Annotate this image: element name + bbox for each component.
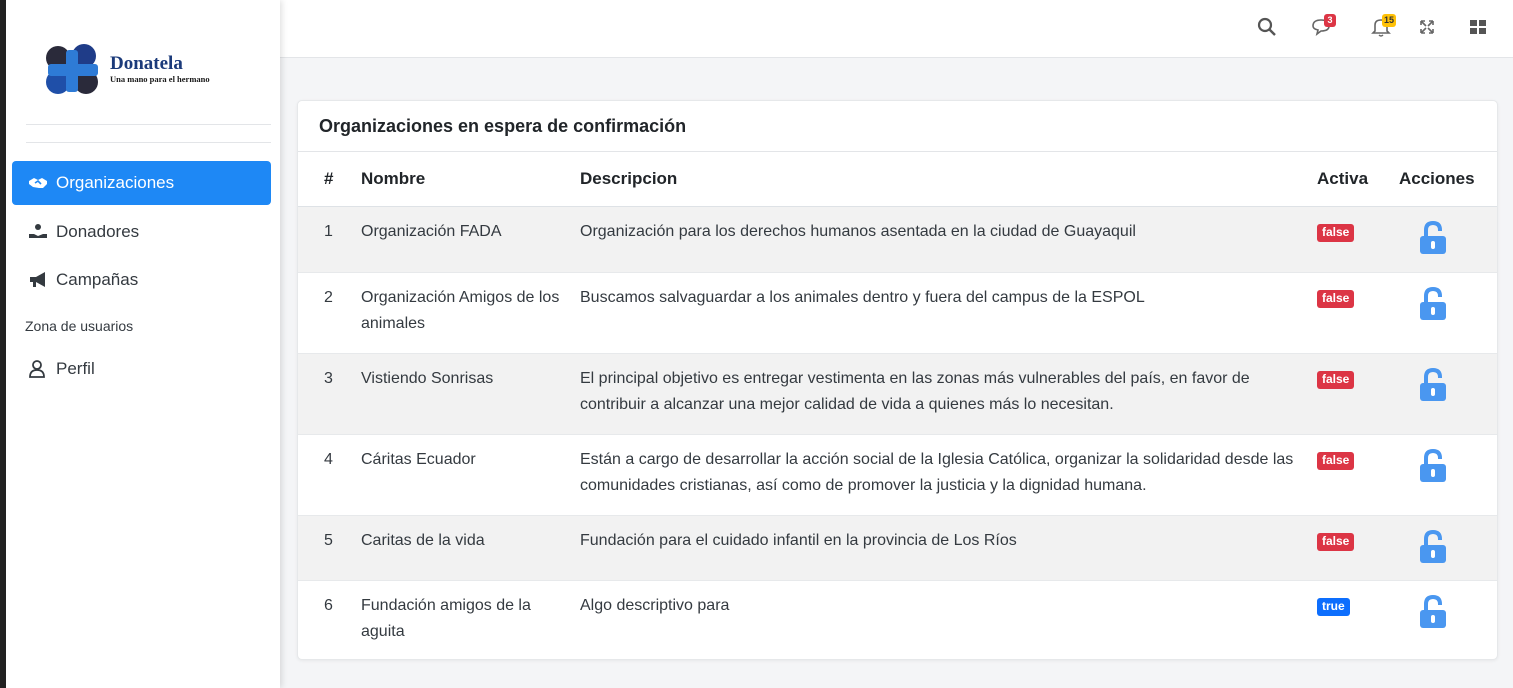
apps-button[interactable] — [1468, 16, 1494, 40]
top-navbar: 3 15 — [280, 0, 1513, 58]
organization-description: El principal objetivo es entregar vestim… — [580, 353, 1317, 435]
column-header-description: Descripcion — [580, 152, 1317, 207]
table-row: 5 Caritas de la vida Fundación para el cui… — [298, 515, 1497, 581]
search-button[interactable] — [1256, 16, 1282, 40]
organization-description: Fundación para el cuidado infantil en la… — [580, 515, 1317, 581]
actions-cell — [1399, 206, 1497, 273]
table-row: 1 Organización FADA Organización para los … — [298, 206, 1497, 273]
organization-name: Caritas de la vida — [361, 515, 580, 581]
table-row: 2 Organización Amigos de los animales Busc… — [298, 272, 1497, 354]
card-title: Organizaciones en espera de confirmación — [298, 101, 1497, 152]
active-cell: false — [1317, 515, 1399, 581]
row-number: 2 — [298, 272, 361, 354]
table-row: 3 Vistiendo Sonrisas El principal objetivo… — [298, 353, 1497, 435]
actions-cell — [1399, 272, 1497, 354]
handshake-icon — [28, 173, 52, 193]
unlock-button[interactable] — [1419, 286, 1447, 330]
brand-logo[interactable]: Donatela Una mano para el hermano — [44, 40, 264, 100]
status-badge: false — [1317, 289, 1355, 308]
active-cell: false — [1317, 206, 1399, 273]
messages-button[interactable]: 3 — [1310, 14, 1336, 40]
status-badge: false — [1317, 370, 1355, 389]
organization-name: Vistiendo Sonrisas — [361, 353, 580, 435]
sidebar-item-label: Donadores — [56, 222, 140, 241]
table-row: 4 Cáritas Ecuador Están a cargo de desarro… — [298, 434, 1497, 516]
unlock-icon — [1420, 448, 1446, 482]
column-header-name: Nombre — [361, 152, 580, 207]
actions-cell — [1399, 434, 1497, 516]
sidebar-divider — [26, 142, 271, 143]
status-badge: true — [1317, 597, 1350, 616]
column-header-num: # — [298, 152, 361, 207]
notifications-button[interactable]: 15 — [1370, 14, 1397, 40]
unlock-button[interactable] — [1419, 529, 1447, 573]
row-number: 4 — [298, 434, 361, 516]
active-cell: false — [1317, 353, 1399, 435]
status-badge: false — [1317, 451, 1355, 470]
organization-name: Cáritas Ecuador — [361, 434, 580, 516]
user-icon — [28, 359, 52, 379]
actions-cell — [1399, 515, 1497, 581]
hand-holding-icon — [28, 222, 52, 242]
unlock-button[interactable] — [1419, 367, 1447, 411]
organization-name: Fundación amigos de la aguita — [361, 580, 580, 659]
unlock-icon — [1420, 529, 1446, 563]
organization-description: Algo descriptivo para — [580, 580, 1317, 659]
table-header-row: # Nombre Descripcion Activa Acciones — [298, 152, 1497, 207]
fullscreen-button[interactable] — [1417, 16, 1443, 40]
actions-cell — [1399, 353, 1497, 435]
brand-name: Donatela — [110, 53, 183, 74]
organization-name: Organización FADA — [361, 206, 580, 273]
sidebar-item-campanas[interactable]: Campañas — [12, 258, 271, 302]
actions-cell — [1399, 580, 1497, 659]
expand-icon — [1420, 20, 1434, 34]
unlock-icon — [1420, 367, 1446, 401]
active-cell: true — [1317, 580, 1399, 659]
organization-description: Están a cargo de desarrollar la acción s… — [580, 434, 1317, 516]
column-header-active: Activa — [1317, 152, 1399, 207]
donatela-logo-icon — [46, 44, 98, 94]
sidebar-item-perfil[interactable]: Perfil — [12, 347, 271, 391]
unlock-button[interactable] — [1419, 594, 1447, 638]
organization-description: Organización para los derechos humanos a… — [580, 206, 1317, 273]
grid-icon — [1470, 20, 1486, 34]
sidebar-item-label: Perfil — [56, 359, 95, 378]
unlock-icon — [1420, 594, 1446, 628]
unlock-button[interactable] — [1419, 220, 1447, 264]
row-number: 5 — [298, 515, 361, 581]
sidebar-divider — [26, 124, 271, 125]
row-number: 3 — [298, 353, 361, 435]
active-cell: false — [1317, 272, 1399, 354]
organization-name: Organización Amigos de los animales — [361, 272, 580, 354]
megaphone-icon — [28, 270, 52, 290]
sidebar-item-label: Organizaciones — [56, 173, 175, 192]
organization-description: Buscamos salvaguardar a los animales den… — [580, 272, 1317, 354]
section-label-users: Zona de usuarios — [25, 318, 134, 334]
notifications-badge: 15 — [1382, 14, 1397, 27]
sidebar-item-label: Campañas — [56, 270, 139, 289]
row-number: 1 — [298, 206, 361, 273]
active-cell: false — [1317, 434, 1399, 516]
unlock-icon — [1420, 220, 1446, 254]
unlock-icon — [1420, 286, 1446, 320]
messages-badge: 3 — [1324, 14, 1336, 27]
unlock-button[interactable] — [1419, 448, 1447, 492]
organizations-table: # Nombre Descripcion Activa Acciones 1 Or… — [298, 152, 1497, 659]
status-badge: false — [1317, 223, 1355, 242]
column-header-actions: Acciones — [1399, 152, 1497, 207]
row-number: 6 — [298, 580, 361, 659]
sidebar-item-organizaciones[interactable]: Organizaciones — [12, 161, 271, 205]
table-row: 6 Fundación amigos de la aguita Algo descr… — [298, 580, 1497, 659]
search-icon — [1257, 17, 1276, 36]
pending-organizations-card: Organizaciones en espera de confirmación… — [297, 100, 1498, 660]
brand-tagline: Una mano para el hermano — [110, 74, 210, 84]
status-badge: false — [1317, 532, 1355, 551]
sidebar: Donatela Una mano para el hermano Organi… — [6, 0, 280, 688]
sidebar-item-donadores[interactable]: Donadores — [12, 210, 271, 254]
